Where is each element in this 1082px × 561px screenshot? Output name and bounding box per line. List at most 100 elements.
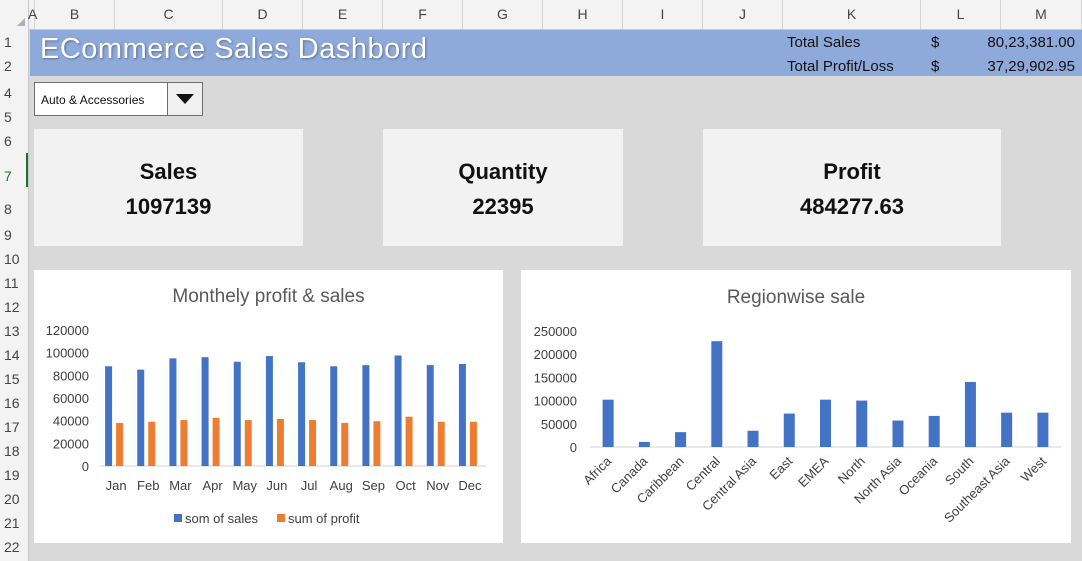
legend-sales-label: som of sales [185, 511, 258, 526]
row-header-17[interactable]: 17 [0, 419, 28, 435]
row-header-15[interactable]: 15 [0, 371, 28, 387]
sales-card-title: Sales [139, 159, 198, 184]
region-bar [820, 399, 831, 447]
row-header-1[interactable]: 1 [0, 34, 28, 50]
row-header-19[interactable]: 19 [0, 467, 28, 483]
row-header-12[interactable]: 12 [0, 299, 28, 315]
region-bar [892, 420, 904, 447]
profit-card: Profit 484277.63 [703, 129, 1001, 246]
sales-bar [298, 362, 306, 466]
row-header-7[interactable]: 7 [0, 153, 28, 187]
dropdown-arrow-icon[interactable] [167, 83, 202, 115]
column-header-g[interactable]: G [463, 0, 543, 29]
row-header-10[interactable]: 10 [0, 251, 28, 267]
legend-profit-swatch [277, 514, 285, 522]
row-header-21[interactable]: 21 [0, 515, 28, 531]
y-tick-label: 100000 [46, 346, 89, 361]
row-header-14[interactable]: 14 [0, 347, 28, 363]
column-header-j[interactable]: J [703, 0, 783, 29]
y-tick-label: 60000 [53, 391, 89, 406]
sales-card-value: 1097139 [125, 194, 212, 219]
x-tick-label: Dec [458, 478, 482, 493]
profit-bar [116, 422, 124, 466]
column-header-l[interactable]: L [921, 0, 1001, 29]
x-tick-label: East [766, 453, 795, 482]
profit-bar [341, 422, 349, 466]
profit-card-title: Profit [823, 159, 881, 184]
region-bar [747, 430, 759, 447]
region-bar [856, 400, 868, 447]
profit-bar [276, 418, 284, 466]
region-chart-panel[interactable]: Regionwise sale 0 50000 100000 150000 200000… [521, 270, 1071, 543]
x-tick-label: Oct [395, 478, 416, 493]
x-tick-label: Aug [330, 478, 353, 493]
column-header-c[interactable]: C [115, 0, 223, 29]
row-header-11[interactable]: 11 [0, 275, 28, 291]
y-tick-label: 120000 [46, 323, 89, 338]
row-header-20[interactable]: 20 [0, 491, 28, 507]
y-tick-label: 80000 [53, 368, 89, 383]
legend-profit-label: sum of profit [288, 511, 360, 526]
sales-bar [201, 357, 209, 466]
column-header-i[interactable]: I [623, 0, 703, 29]
row-header-16[interactable]: 16 [0, 395, 28, 411]
profit-bar [437, 421, 445, 466]
y-tick-label: 40000 [53, 414, 89, 429]
region-bar [675, 432, 687, 447]
x-tick-label: Nov [426, 478, 450, 493]
row-header-4[interactable]: 4 [0, 85, 28, 101]
column-header-f[interactable]: F [383, 0, 463, 29]
row-header-22[interactable]: 22 [0, 539, 28, 555]
row-header-13[interactable]: 13 [0, 323, 28, 339]
column-header-m[interactable]: M [1001, 0, 1082, 29]
x-tick-label: Jun [266, 478, 287, 493]
column-header-d[interactable]: D [223, 0, 303, 29]
profit-bar [244, 420, 252, 466]
quantity-card-value: 22395 [472, 194, 534, 219]
column-header-a[interactable]: A [28, 0, 37, 29]
total-sales-value: 80,23,381.00 [987, 34, 1075, 51]
profit-bar [212, 417, 220, 466]
dashboard-title: ECommerce Sales Dashbord [40, 33, 428, 65]
x-tick-label: Oceania [895, 453, 940, 498]
sales-bar [137, 369, 145, 466]
x-tick-label: May [232, 478, 257, 493]
y-tick-label: 0 [82, 459, 89, 474]
sales-bar [394, 355, 402, 466]
monthly-chart-panel[interactable]: Monthely profit & sales 0 20000 40000 60000… [34, 270, 503, 543]
total-profit-value: 37,29,902.95 [987, 58, 1075, 75]
row-header-5[interactable]: 5 [0, 109, 28, 125]
dashboard-banner: ECommerce Sales Dashbord Total Sales $ 8… [30, 30, 1082, 76]
column-header-e[interactable]: E [303, 0, 383, 29]
y-tick-label: 0 [570, 440, 577, 455]
quantity-card-title: Quantity [458, 159, 548, 184]
column-header-b[interactable]: B [35, 0, 115, 29]
region-chart: 050000100000150000200000250000AfricaCana… [534, 324, 1061, 525]
profit-bar [373, 421, 381, 466]
column-header-h[interactable]: H [543, 0, 623, 29]
sales-bar [458, 364, 466, 466]
category-dropdown[interactable]: Auto & Accessories [34, 82, 203, 116]
category-dropdown-value: Auto & Accessories [41, 93, 145, 107]
total-profit-label: Total Profit/Loss [787, 58, 894, 75]
row-header-9[interactable]: 9 [0, 227, 28, 243]
row-header-bar: 1 2 4 5 6 7 8 9 10 11 12 13 14 15 16 17 … [0, 29, 29, 561]
row-header-18[interactable]: 18 [0, 443, 28, 459]
row-header-2[interactable]: 2 [0, 58, 28, 74]
x-tick-label: West [1018, 453, 1050, 485]
row-header-8[interactable]: 8 [0, 201, 28, 217]
column-header-k[interactable]: K [783, 0, 921, 29]
x-tick-label: EMEA [795, 453, 832, 490]
region-bar [711, 341, 723, 447]
region-bar [1001, 412, 1013, 447]
y-tick-label: 20000 [53, 436, 89, 451]
profit-bar [469, 421, 477, 466]
y-tick-label: 100000 [534, 394, 577, 409]
sales-bar [233, 361, 241, 466]
legend-sales-swatch [174, 514, 182, 522]
select-all-corner[interactable] [0, 0, 29, 29]
x-tick-label: Apr [202, 478, 223, 493]
row-header-6[interactable]: 6 [0, 133, 28, 149]
profit-bar [180, 420, 188, 466]
region-bar [783, 413, 795, 447]
